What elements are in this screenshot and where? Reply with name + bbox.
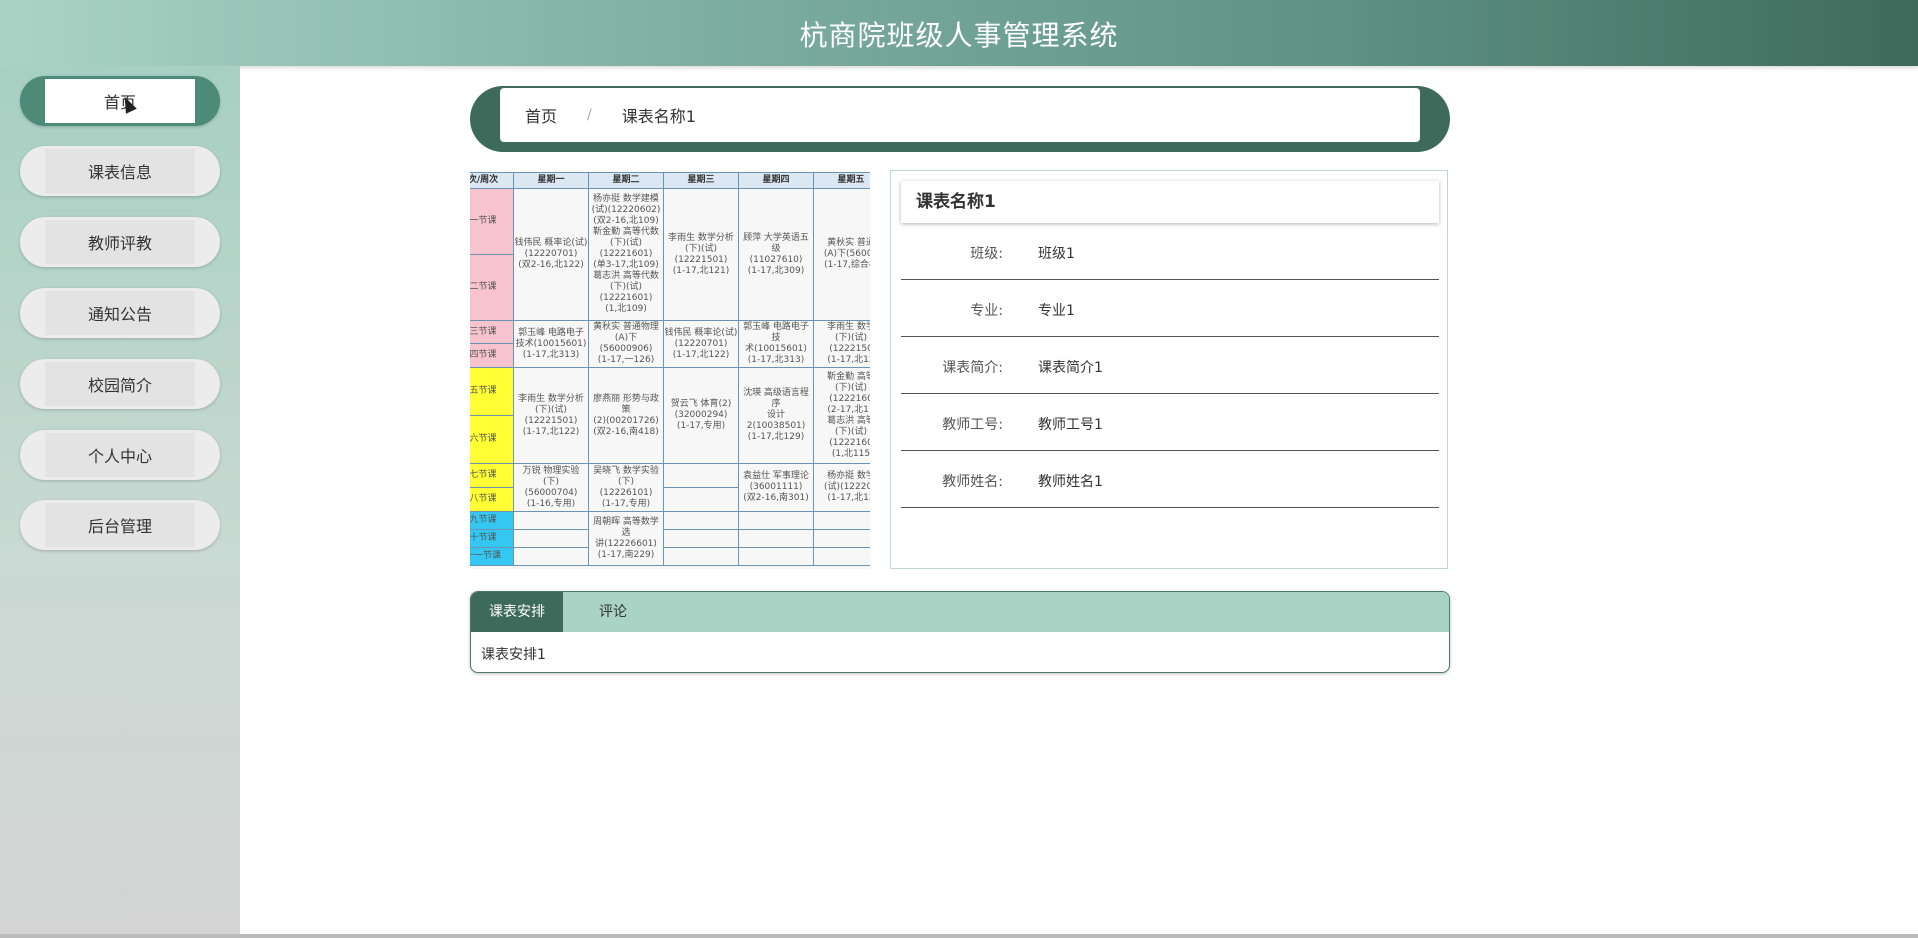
schedule-cell: 黄秋实 普通 (A)下(56000 (1-17,综合楼 [813, 188, 870, 321]
schedule-cell: 顾萍 大学英语五级 (11027610) (1-17,北309) [738, 188, 814, 321]
period-label: 十节课 [470, 529, 514, 548]
tab-header: 课表安排 评论 [471, 592, 1449, 632]
app-header: 杭商院班级人事管理系统 [0, 0, 1918, 66]
tab-schedule-arrangement[interactable]: 课表安排 [471, 592, 563, 632]
detail-value: 专业1 [1038, 303, 1075, 319]
period-label: 十一节课 [470, 547, 514, 566]
schedule-cell [513, 529, 589, 548]
detail-row-teacher-name: 教师姓名: 教师姓名1 [901, 451, 1439, 508]
detail-title: 课表名称1 [901, 181, 1439, 223]
detail-value: 课表简介1 [1038, 360, 1103, 376]
schedule-cell [738, 511, 814, 530]
sidebar-item-label: 个人中心 [45, 433, 195, 477]
detail-label: 教师姓名: [942, 474, 1003, 490]
breadcrumb-home-link[interactable]: 首页 [525, 103, 557, 127]
schedule-cell [663, 529, 739, 548]
breadcrumb-inner: 首页 / 课表名称1 [500, 88, 1420, 142]
schedule-cell [813, 547, 870, 566]
sidebar-item-label: 后台管理 [45, 503, 195, 547]
period-label: 五节课 [470, 367, 514, 416]
period-label: 八节课 [470, 487, 514, 512]
detail-value: 教师姓名1 [1038, 474, 1103, 490]
sidebar-item-personal-center[interactable]: 个人中心 [20, 430, 220, 480]
schedule-cell: 李雨生 数学分析 (下)(试) (12221501) (1-17,北122) [513, 367, 589, 464]
schedule-cell [513, 511, 589, 530]
period-label: 二节课 [470, 254, 514, 321]
sidebar-item-schedule-info[interactable]: 课表信息 [20, 146, 220, 196]
schedule-cell: 杨亦挺 数学 (试)(122206 (1-17,北12 [813, 463, 870, 512]
period-label: 九节课 [470, 511, 514, 530]
schedule-cell [738, 529, 814, 548]
app-title: 杭商院班级人事管理系统 [799, 19, 1119, 52]
sidebar-item-notices[interactable]: 通知公告 [20, 288, 220, 338]
schedule-cell: 靳金勤 高等 (下)(试) (1222160 (2-17,北11 葛志洪 高等 … [813, 367, 870, 464]
sidebar: 首页 课表信息 教师评教 通知公告 校园简介 个人中心 后台管理 [0, 66, 240, 938]
period-label: 四节课 [470, 343, 514, 368]
detail-label: 专业: [970, 303, 1003, 319]
schedule-cell [663, 463, 739, 488]
schedule-cell: 袁益仕 军事理论 (36001111) (双2-16,南301) [738, 463, 814, 512]
sidebar-item-label: 教师评教 [45, 220, 195, 264]
detail-label: 班级: [970, 246, 1003, 262]
detail-label: 教师工号: [942, 417, 1003, 433]
schedule-cell: 郭玉峰 电路电子技 术(10015601) (1-17,北313) [738, 320, 814, 368]
detail-row-intro: 课表简介: 课表简介1 [901, 337, 1439, 394]
period-label: 七节课 [470, 463, 514, 488]
detail-row-teacher-id: 教师工号: 教师工号1 [901, 394, 1439, 451]
sidebar-item-teacher-evaluation[interactable]: 教师评教 [20, 217, 220, 267]
schedule-header: 星期三 [663, 172, 739, 189]
tab-panel: 课表安排 评论 课表安排1 [470, 591, 1450, 673]
schedule-cell [663, 487, 739, 512]
breadcrumb-current: 课表名称1 [621, 107, 696, 126]
schedule-table: 次/周次 星期一 星期二 星期三 星期四 星期五 一节课 钱伟民 概率论(试) … [470, 172, 870, 566]
schedule-cell: 钱伟民 概率论(试) (12220701) (双2-16,北122) [513, 188, 589, 321]
schedule-header: 次/周次 [470, 172, 514, 189]
detail-row-class: 班级: 班级1 [901, 223, 1439, 280]
period-label: 三节课 [470, 320, 514, 344]
schedule-header: 星期一 [513, 172, 589, 189]
schedule-cell: 李雨生 数学分析 (下)(试) (12221501) (1-17,北121) [663, 188, 739, 321]
schedule-header: 星期四 [738, 172, 814, 189]
detail-row-major: 专业: 专业1 [901, 280, 1439, 337]
sidebar-item-label: 通知公告 [45, 291, 195, 335]
schedule-cell: 钱伟民 概率论(试) (12220701) (1-17,北122) [663, 320, 739, 368]
breadcrumb-separator: / [587, 107, 592, 123]
sidebar-item-campus-intro[interactable]: 校园简介 [20, 359, 220, 409]
schedule-cell [663, 547, 739, 566]
sidebar-item-label: 课表信息 [45, 149, 195, 193]
detail-value: 班级1 [1038, 246, 1075, 262]
schedule-cell: 郭玉峰 电路电子 技术(10015601) (1-17,北313) [513, 320, 589, 368]
schedule-cell: 杨亦挺 数学建模 (试)(12220602) (双2-16,北109) 靳金勤 … [588, 188, 664, 321]
period-label: 六节课 [470, 415, 514, 464]
schedule-cell: 吴晓飞 数学实验 (下) (12226101) (1-17,专用) [588, 463, 664, 512]
period-label: 一节课 [470, 188, 514, 255]
schedule-cell: 沈瑛 高级语言程序 设计2(10038501) (1-17,北129) [738, 367, 814, 464]
bottom-divider [0, 934, 1918, 938]
tab-comments[interactable]: 评论 [563, 592, 663, 632]
detail-label: 课表简介: [942, 360, 1003, 376]
schedule-cell: 廖燕丽 形势与政策 (2)(00201726) (双2-16,南418) [588, 367, 664, 464]
schedule-cell: 周朝晖 高等数学选 讲(12226601) (1-17,南229) [588, 511, 664, 566]
detail-value: 教师工号1 [1038, 417, 1103, 433]
sidebar-item-admin[interactable]: 后台管理 [20, 500, 220, 550]
schedule-image: 次/周次 星期一 星期二 星期三 星期四 星期五 一节课 钱伟民 概率论(试) … [470, 172, 870, 569]
schedule-cell: 李雨生 数学 (下)(试) (1222150 (1-17,北12 [813, 320, 870, 368]
schedule-cell: 贺云飞 体育(2) (32000294) (1-17,专用) [663, 367, 739, 464]
schedule-cell: 万锐 物理实验 (下) (56000704) (1-16,专用) [513, 463, 589, 512]
schedule-cell [813, 511, 870, 530]
schedule-cell: 黄秋实 普通物理 (A)下(56000906) (1-17,一126) [588, 320, 664, 368]
detail-panel: 课表名称1 班级: 班级1 专业: 专业1 课表简介: 课表简介1 教师工号: … [890, 170, 1448, 569]
sidebar-item-label: 校园简介 [45, 362, 195, 406]
schedule-header: 星期五 [813, 172, 870, 189]
schedule-cell [738, 547, 814, 566]
schedule-header: 星期二 [588, 172, 664, 189]
tab-content: 课表安排1 [481, 647, 546, 663]
schedule-cell [813, 529, 870, 548]
schedule-cell [663, 511, 739, 530]
breadcrumb: 首页 / 课表名称1 [470, 86, 1450, 152]
schedule-cell [513, 547, 589, 566]
